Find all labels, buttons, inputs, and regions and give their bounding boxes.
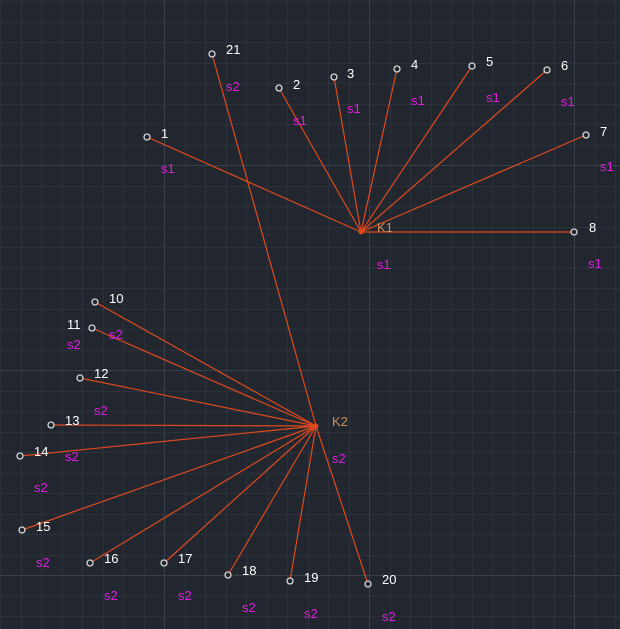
edge-k1-6 [360,69,548,233]
node-17[interactable] [160,559,168,567]
edge-k1-5 [360,65,473,233]
node-group-label: s2 [226,79,240,94]
background-grid [0,0,620,629]
node-group-label: s2 [36,555,50,570]
node-12[interactable] [76,374,84,382]
node-6[interactable] [543,66,551,74]
node-number-label: 19 [304,570,318,585]
node-group-label: s2 [109,327,123,342]
edge-k2-20 [315,425,369,585]
node-group-label: s2 [178,588,192,603]
node-group-label: s1 [347,101,361,116]
node-number-label: 3 [347,66,354,81]
node-number-label: 11 [67,317,81,332]
node-number-label: 13 [65,413,79,428]
node-8[interactable] [570,228,578,236]
node-15[interactable] [18,526,26,534]
edge-k2-17 [163,425,317,564]
node-14[interactable] [16,452,24,460]
node-group-label: s2 [382,609,396,624]
node-number-label: 7 [600,124,607,139]
node-number-label: 17 [178,551,192,566]
hub-label: K1 [377,220,393,235]
node-group-label: s2 [65,449,79,464]
node-21[interactable] [208,50,216,58]
node-20[interactable] [364,580,372,588]
node-group-label: s2 [304,606,318,621]
node-19[interactable] [286,577,294,585]
node-group-label: s1 [161,161,175,176]
node-group-label: s1 [588,256,602,271]
node-number-label: 2 [293,77,300,92]
node-number-label: 16 [104,551,118,566]
edge-k2-12 [79,377,317,427]
node-number-label: 1 [161,126,168,141]
node-number-label: 14 [34,444,48,459]
label-layer: 1 s1 2 s1 3 s1 4 s1 5 s1 6 s1 7 s1 8 s1 10 s2 11 s2 12 s2 13 s2… [34,42,614,624]
node-group-label: s1 [561,94,575,109]
node-group-label: s1 [600,159,614,174]
node-10[interactable] [91,298,99,306]
node-number-label: 15 [36,519,50,534]
node-group-label: s2 [67,337,81,352]
node-group-label: s1 [293,113,307,128]
node-group-label: s2 [94,403,108,418]
node-16[interactable] [86,559,94,567]
hub-group-label: s1 [377,257,391,272]
node-number-label: 21 [226,42,240,57]
hub-k2[interactable] [313,423,319,429]
edge-k2-18 [227,425,317,576]
hub-group-label: s2 [332,451,346,466]
node-number-label: 4 [411,57,418,72]
node-group-label: s2 [104,588,118,603]
edge-k1-7 [360,134,587,233]
node-number-label: 8 [589,220,596,235]
node-1[interactable] [143,133,151,141]
edge-k2-19 [289,425,317,582]
node-number-label: 5 [486,54,493,69]
node-group-label: s2 [242,600,256,615]
node-7[interactable] [582,131,590,139]
node-group-label: s1 [486,90,500,105]
node-5[interactable] [468,62,476,70]
edge-k2-13 [50,424,317,427]
node-number-label: 6 [561,58,568,73]
node-18[interactable] [224,571,232,579]
node-number-label: 10 [109,291,123,306]
node-group-label: s1 [411,93,425,108]
edge-layer [19,53,587,585]
node-number-label: 12 [94,366,108,381]
node-group-label: s2 [34,480,48,495]
node-number-label: 20 [382,572,396,587]
node-11[interactable] [88,324,96,332]
node-4[interactable] [393,65,401,73]
hub-network-diagram: 1 s1 2 s1 3 s1 4 s1 5 s1 6 s1 7 s1 8 s1 10 s2 11 s2 12 s2 13 s2… [0,0,620,629]
edge-k1-4 [360,68,398,233]
node-2[interactable] [275,84,283,92]
hub-k1[interactable] [358,229,364,235]
node-3[interactable] [330,73,338,81]
hub-label: K2 [332,414,348,429]
node-13[interactable] [47,421,55,429]
node-number-label: 18 [242,563,256,578]
